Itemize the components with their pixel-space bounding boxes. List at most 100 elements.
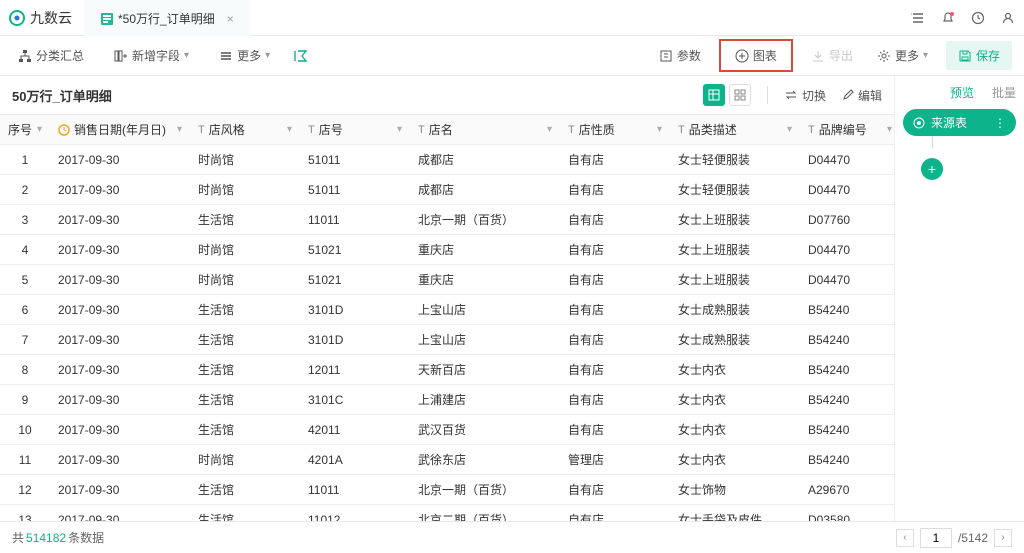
column-header[interactable]: 销售日期(年月日) ▾ [50, 115, 190, 145]
source-node[interactable]: 来源表 ⋮ [903, 109, 1016, 136]
table-row[interactable]: 82017-09-30生活馆12011天新百店自有店女士内衣B54240 [0, 355, 894, 385]
dataset-title: 50万行_订单明细 [12, 86, 112, 105]
cell: 武汉百货 [410, 415, 560, 445]
classify-button[interactable]: 分类汇总 [12, 47, 90, 64]
cell: B54240 [800, 325, 894, 355]
export-button[interactable]: 导出 [805, 47, 859, 64]
brand-logo[interactable]: 九数云 [8, 8, 72, 28]
bell-icon[interactable] [940, 10, 956, 26]
edit-button[interactable]: 编辑 [842, 87, 882, 104]
tab-title: *50万行_订单明细 [118, 10, 215, 27]
save-button[interactable]: 保存 [946, 41, 1012, 70]
grid-view-button[interactable] [729, 84, 751, 106]
table-row[interactable]: 62017-09-30生活馆3101D上宝山店自有店女士成熟服装B54240 [0, 295, 894, 325]
table-row[interactable]: 32017-09-30生活馆11011北京一期（百货）自有店女士上班服装D077… [0, 205, 894, 235]
data-table: 序号▾销售日期(年月日)▾T店风格▾T店号▾T店名▾T店性质▾T品类描述▾T品牌… [0, 115, 894, 521]
cell: 自有店 [560, 295, 670, 325]
cell: 12011 [300, 355, 410, 385]
table-row[interactable]: 122017-09-30生活馆11011北京一期（百货）自有店女士饰物A2967… [0, 475, 894, 505]
chevron-down-icon[interactable]: ▾ [547, 124, 552, 135]
table-row[interactable]: 132017-09-30生活馆11012北京二期（百货）自有店女士手袋及皮件D0… [0, 505, 894, 522]
add-field-button[interactable]: 新增字段 ▾ [108, 47, 195, 64]
table-row[interactable]: 12017-09-30时尚馆51011成都店自有店女士轻便服装D04470 [0, 145, 894, 175]
cell: 7 [0, 325, 50, 355]
params-button[interactable]: 参数 [653, 47, 707, 64]
cell: 北京二期（百货） [410, 505, 560, 522]
cell: 2017-09-30 [50, 505, 190, 522]
more-button[interactable]: 更多 ▾ [213, 47, 276, 64]
cell: 生活馆 [190, 205, 300, 235]
more2-button[interactable]: 更多 ▾ [871, 47, 934, 64]
cell: 时尚馆 [190, 445, 300, 475]
table-row[interactable]: 72017-09-30生活馆3101D上宝山店自有店女士成熟服装B54240 [0, 325, 894, 355]
table-row[interactable]: 112017-09-30时尚馆4201A武徐东店管理店女士内衣B54240 [0, 445, 894, 475]
close-icon[interactable]: × [227, 12, 234, 26]
target-icon [913, 117, 925, 129]
chevron-down-icon[interactable]: ▾ [787, 124, 792, 135]
cell: 42011 [300, 415, 410, 445]
chevron-down-icon[interactable]: ▾ [887, 124, 892, 135]
column-label: 序号 [8, 121, 32, 138]
page-input[interactable] [920, 528, 952, 548]
table-row[interactable]: 102017-09-30生活馆42011武汉百货自有店女士内衣B54240 [0, 415, 894, 445]
table-view-button[interactable] [703, 84, 725, 106]
chevron-down-icon[interactable]: ▾ [37, 124, 42, 135]
page-next-button[interactable]: › [994, 529, 1012, 547]
table-row[interactable]: 52017-09-30时尚馆51021重庆店自有店女士上班服装D04470 [0, 265, 894, 295]
table-row[interactable]: 42017-09-30时尚馆51021重庆店自有店女士上班服装D04470 [0, 235, 894, 265]
list-icon[interactable] [910, 10, 926, 26]
chevron-down-icon[interactable]: ▾ [177, 124, 182, 135]
column-header[interactable]: 序号 ▾ [0, 115, 50, 145]
cell: D04470 [800, 235, 894, 265]
chevron-down-icon[interactable]: ▾ [657, 124, 662, 135]
content: 50万行_订单明细 切换 编辑 [0, 76, 1024, 521]
column-label: 店名 [429, 121, 453, 138]
page-prev-button[interactable]: ‹ [896, 529, 914, 547]
column-label: 品牌编号 [819, 121, 867, 138]
column-header[interactable]: T店风格▾ [190, 115, 300, 145]
cell: 2017-09-30 [50, 415, 190, 445]
cell: 自有店 [560, 325, 670, 355]
table-row[interactable]: 22017-09-30时尚馆51011成都店自有店女士轻便服装D04470 [0, 175, 894, 205]
column-header[interactable]: T店名▾ [410, 115, 560, 145]
cell: 生活馆 [190, 385, 300, 415]
cell: 生活馆 [190, 505, 300, 522]
column-header[interactable]: T品类描述▾ [670, 115, 800, 145]
history-icon[interactable] [970, 10, 986, 26]
cell: 北京一期（百货） [410, 205, 560, 235]
formula-icon[interactable] [294, 49, 310, 63]
gear-icon [877, 49, 891, 63]
tab-preview[interactable]: 预览 [950, 84, 974, 101]
data-table-wrap[interactable]: 序号▾销售日期(年月日)▾T店风格▾T店号▾T店名▾T店性质▾T品类描述▾T品牌… [0, 114, 894, 521]
tab-batch[interactable]: 批量 [992, 84, 1016, 101]
cell: 自有店 [560, 205, 670, 235]
save-icon [958, 49, 972, 63]
cell: 女士轻便服装 [670, 145, 800, 175]
document-tab[interactable]: *50万行_订单明细 × [84, 0, 250, 36]
cell: D04470 [800, 175, 894, 205]
cell: 自有店 [560, 505, 670, 522]
user-icon[interactable] [1000, 10, 1016, 26]
chevron-down-icon: ▾ [923, 50, 928, 61]
cell: 2017-09-30 [50, 475, 190, 505]
cell: 4201A [300, 445, 410, 475]
cell: 自有店 [560, 475, 670, 505]
column-header[interactable]: T 品牌编号 ▾ [800, 115, 894, 145]
switch-button[interactable]: 切换 [784, 87, 826, 104]
chevron-down-icon[interactable]: ▾ [397, 124, 402, 135]
text-type-icon: T [808, 124, 815, 136]
cell: 女士上班服装 [670, 265, 800, 295]
column-label: 销售日期(年月日) [74, 121, 166, 138]
cell: 女士成熟服装 [670, 325, 800, 355]
cell: 女士内衣 [670, 415, 800, 445]
chart-button[interactable]: 图表 [719, 39, 793, 72]
cell: 3101D [300, 325, 410, 355]
column-header[interactable]: T店号▾ [300, 115, 410, 145]
cell: 上宝山店 [410, 295, 560, 325]
add-step-button[interactable]: + [921, 158, 943, 180]
more-dots-icon[interactable]: ⋮ [994, 116, 1006, 130]
column-header[interactable]: T店性质▾ [560, 115, 670, 145]
chevron-down-icon[interactable]: ▾ [287, 124, 292, 135]
cell: 2017-09-30 [50, 175, 190, 205]
table-row[interactable]: 92017-09-30生活馆3101C上浦建店自有店女士内衣B54240 [0, 385, 894, 415]
